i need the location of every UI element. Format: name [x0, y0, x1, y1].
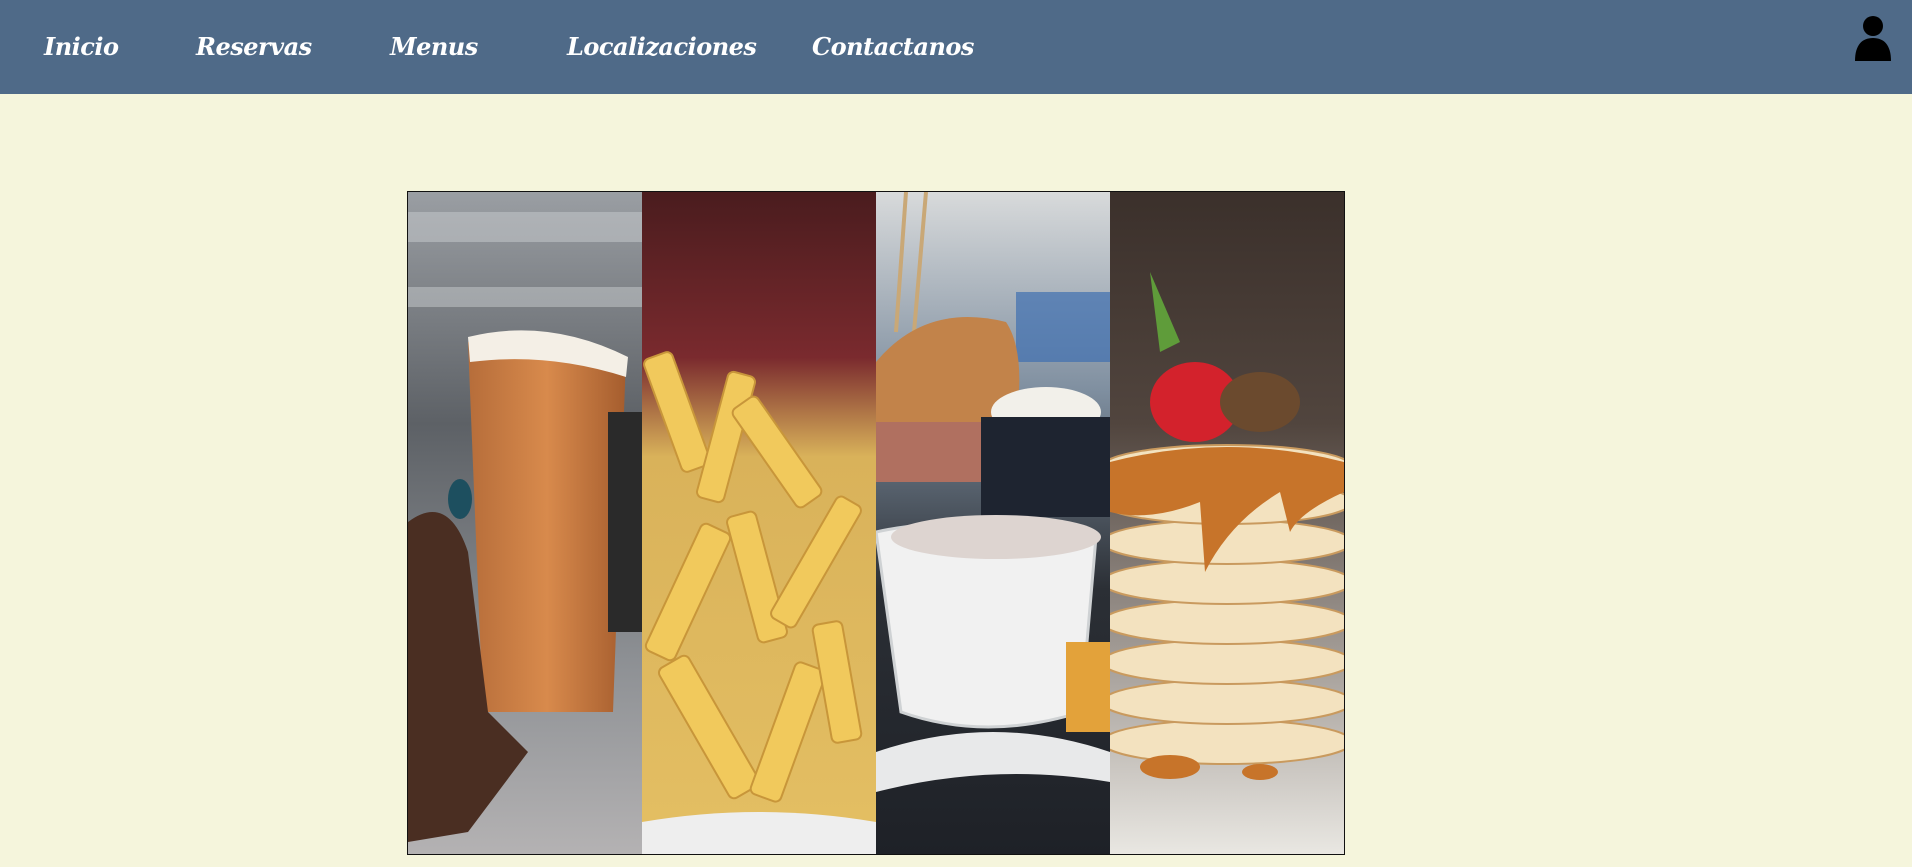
food-gallery — [407, 191, 1345, 855]
pancakes-image — [1110, 192, 1344, 854]
top-navbar: Inicio Reservas Menus Localizaciones Con… — [0, 0, 1912, 94]
nav-localizaciones[interactable]: Localizaciones — [567, 32, 757, 61]
nav-contactanos[interactable]: Contactanos — [812, 32, 974, 61]
nav-reservas[interactable]: Reservas — [196, 32, 312, 61]
beer-image — [408, 192, 642, 854]
user-icon[interactable] — [1854, 15, 1892, 61]
nav-menus[interactable]: Menus — [390, 32, 478, 61]
burger-image — [876, 192, 1110, 854]
nav-inicio[interactable]: Inicio — [44, 32, 119, 61]
fries-image — [642, 192, 876, 854]
